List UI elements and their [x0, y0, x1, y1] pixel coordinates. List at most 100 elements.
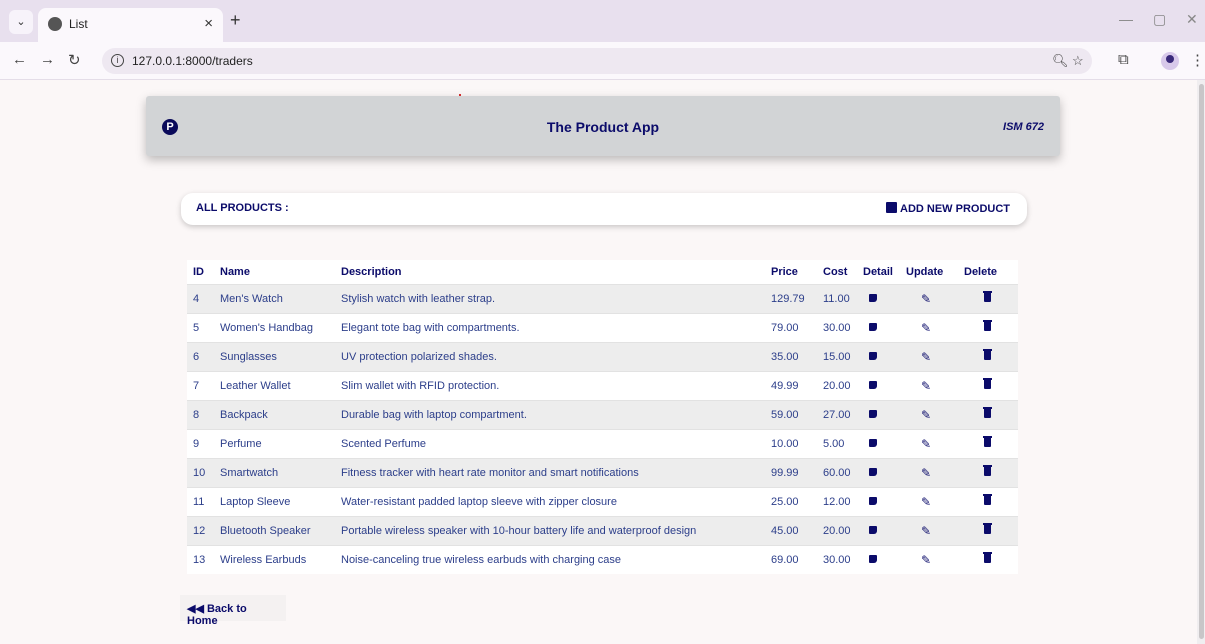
table-row: 11 Laptop Sleeve Water-resistant padded la… — [187, 486, 1018, 516]
pencil-icon-cell: ✎ — [900, 486, 958, 516]
trash-icon[interactable] — [983, 435, 992, 447]
cell-price: 99.99 — [765, 457, 817, 487]
window-close-icon[interactable]: ✕ — [1186, 11, 1198, 28]
cell-name: Wireless Earbuds — [214, 544, 335, 574]
pencil-icon[interactable]: ✎ — [921, 553, 931, 567]
detail-icon-cell — [857, 399, 900, 429]
cell-cost: 5.00 — [817, 428, 857, 458]
tab-search-chevron-icon[interactable]: ⌄ — [9, 10, 33, 34]
cell-price: 35.00 — [765, 341, 817, 371]
cell-id: 10 — [187, 457, 214, 487]
column-header-update: Update — [900, 260, 958, 284]
cell-name: Laptop Sleeve — [214, 486, 335, 516]
url-input[interactable]: i 127.0.0.1:8000/traders 🔍︎ ☆ — [102, 48, 1092, 74]
site-info-icon[interactable]: i — [111, 54, 124, 67]
pencil-icon[interactable]: ✎ — [921, 408, 931, 422]
cell-description: Scented Perfume — [335, 428, 765, 458]
products-table: ID Name Description Price Cost Detail Up… — [187, 260, 1018, 574]
forward-arrow-icon[interactable]: → — [40, 51, 55, 68]
pencil-icon-cell: ✎ — [900, 312, 958, 342]
detail-icon-cell — [857, 486, 900, 516]
cell-cost: 30.00 — [817, 312, 857, 342]
detail-icon-cell — [857, 428, 900, 458]
pencil-icon[interactable]: ✎ — [921, 495, 931, 509]
detail-icon[interactable] — [869, 409, 877, 418]
pencil-icon-cell: ✎ — [900, 457, 958, 487]
detail-icon[interactable] — [869, 554, 877, 563]
detail-icon-cell — [857, 312, 900, 342]
cell-description: UV protection polarized shades. — [335, 341, 765, 371]
reload-icon[interactable]: ↻ — [68, 51, 81, 69]
detail-icon[interactable] — [869, 380, 877, 389]
profile-avatar-icon[interactable] — [1161, 52, 1179, 70]
cell-price: 45.00 — [765, 515, 817, 545]
cell-price: 79.00 — [765, 312, 817, 342]
cell-name: Sunglasses — [214, 341, 335, 371]
products-section-bar: ALL PRODUCTS : ADD NEW PRODUCT — [181, 193, 1027, 225]
back-to-home-button[interactable]: ◀◀ Back to Home — [180, 595, 286, 627]
course-label: ISM 672 — [1003, 121, 1044, 133]
restore-icon[interactable]: ▢ — [1153, 11, 1166, 28]
minimize-icon[interactable]: — — [1119, 11, 1133, 27]
url-text[interactable]: 127.0.0.1:8000/traders — [132, 54, 253, 68]
pencil-icon[interactable]: ✎ — [921, 466, 931, 480]
cell-price: 129.79 — [765, 283, 817, 313]
detail-icon-cell — [857, 457, 900, 487]
detail-icon[interactable] — [869, 496, 877, 505]
back-arrow-icon[interactable]: ← — [12, 51, 27, 68]
pencil-icon[interactable]: ✎ — [921, 524, 931, 538]
detail-icon[interactable] — [869, 322, 877, 331]
detail-icon[interactable] — [869, 438, 877, 447]
pencil-icon[interactable]: ✎ — [921, 437, 931, 451]
add-new-product-button[interactable]: ADD NEW PRODUCT — [886, 202, 1010, 215]
trash-icon[interactable] — [983, 319, 992, 331]
trash-icon-cell — [958, 486, 1018, 516]
cell-price: 10.00 — [765, 428, 817, 458]
app-title: The Product App — [546, 119, 660, 135]
bookmark-star-icon[interactable]: ☆ — [1072, 53, 1084, 69]
zoom-icon[interactable]: 🔍︎ — [1052, 53, 1069, 69]
more-menu-icon[interactable]: ⋮ — [1190, 51, 1205, 69]
trash-icon[interactable] — [983, 522, 992, 534]
browser-tab[interactable]: List × — [38, 8, 223, 42]
trash-icon-cell — [958, 544, 1018, 574]
detail-icon[interactable] — [869, 467, 877, 476]
trash-icon-cell — [958, 283, 1018, 313]
cell-price: 49.99 — [765, 370, 817, 400]
cell-cost: 11.00 — [817, 283, 857, 313]
browser-tab-bar: ⌄ List × + — ▢ ✕ — [0, 0, 1205, 42]
trash-icon[interactable] — [983, 406, 992, 418]
cell-name: Smartwatch — [214, 457, 335, 487]
extensions-icon[interactable]: ⧉ — [1118, 51, 1129, 68]
cell-cost: 30.00 — [817, 544, 857, 574]
detail-icon[interactable] — [869, 293, 877, 302]
cell-price: 69.00 — [765, 544, 817, 574]
cell-name: Leather Wallet — [214, 370, 335, 400]
pencil-icon[interactable]: ✎ — [921, 379, 931, 393]
trash-icon[interactable] — [983, 464, 992, 476]
new-tab-button[interactable]: + — [230, 10, 241, 31]
cell-cost: 20.00 — [817, 515, 857, 545]
scrollbar-thumb[interactable] — [1199, 84, 1204, 639]
detail-icon[interactable] — [869, 351, 877, 360]
cell-id: 13 — [187, 544, 214, 574]
cell-cost: 15.00 — [817, 341, 857, 371]
cell-name: Women's Handbag — [214, 312, 335, 342]
trash-icon[interactable] — [983, 348, 992, 360]
pencil-icon[interactable]: ✎ — [921, 292, 931, 306]
trash-icon[interactable] — [983, 551, 992, 563]
app-header: P The Product App ISM 672 — [146, 96, 1060, 156]
pencil-icon[interactable]: ✎ — [921, 350, 931, 364]
globe-icon — [48, 17, 62, 31]
cell-id: 5 — [187, 312, 214, 342]
cell-description: Stylish watch with leather strap. — [335, 283, 765, 313]
trash-icon[interactable] — [983, 290, 992, 302]
cell-id: 11 — [187, 486, 214, 516]
trash-icon[interactable] — [983, 377, 992, 389]
trash-icon[interactable] — [983, 493, 992, 505]
pencil-icon[interactable]: ✎ — [921, 321, 931, 335]
detail-icon[interactable] — [869, 525, 877, 534]
close-tab-icon[interactable]: × — [204, 15, 213, 32]
trash-icon-cell — [958, 457, 1018, 487]
column-header-delete: Delete — [958, 260, 1018, 284]
